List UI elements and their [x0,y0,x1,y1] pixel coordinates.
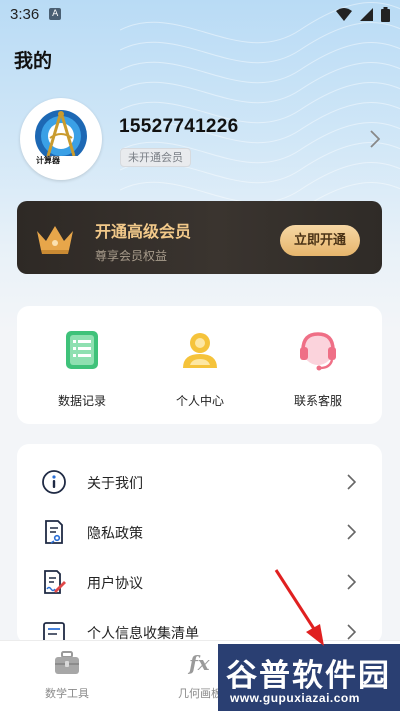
tab-label: 数学工具 [45,687,89,700]
menu-item-privacy-policy[interactable]: 隐私政策 [17,507,382,557]
person-center-icon [183,333,217,368]
vip-banner[interactable]: 开通高级会员 尊享会员权益 立即开通 [17,201,382,274]
customer-service-icon [300,332,336,371]
membership-status-badge: 未开通会员 [120,148,191,167]
menu-item-label: 关于我们 [87,476,143,492]
quick-action-label: 个人中心 [175,394,224,408]
signal-icon [360,7,373,21]
quick-action-data-record[interactable]: 数据记录 [27,328,137,408]
menu-item-label: 隐私政策 [87,526,143,542]
toolbox-icon [55,651,79,674]
tab-math-tools[interactable]: 数学工具 [17,649,117,701]
status-time: 3:36 [10,5,40,23]
avatar-caption: 计算器 [36,156,60,165]
quick-action-label: 数据记录 [57,394,106,408]
wifi-icon [336,7,352,21]
status-icons [336,6,390,22]
watermark-url: www.gupuxiazai.com [230,691,360,705]
info-icon [42,470,66,494]
menu-item-about-us[interactable]: 关于我们 [17,457,382,507]
quick-action-person-center[interactable]: 个人中心 [145,328,255,408]
chevron-right-icon [347,574,356,590]
page-title: 我的 [14,50,53,72]
battery-icon [381,6,390,22]
quick-action-label: 联系客服 [293,394,342,408]
data-record-icon [66,331,98,369]
avatar[interactable]: 计算器 [20,98,102,180]
vip-title: 开通高级会员 [95,222,192,241]
vip-subtitle: 尊享会员权益 [95,249,168,263]
watermark-text: 谷普软件园 [226,658,391,694]
chevron-right-icon [347,624,356,640]
svg-text:fx: fx [187,651,211,675]
chevron-right-icon[interactable] [370,130,380,148]
quick-actions-card: 数据记录 个人中心 联系客服 [17,306,382,424]
fx-icon: fx [187,651,211,675]
notification-badge: A [49,8,62,20]
menu-item-label: 用户协议 [87,576,143,592]
watermark-banner: 谷普软件园 www.gupuxiazai.com [218,644,400,711]
crown-icon [37,226,73,254]
status-bar: 3:36 A [0,0,400,28]
red-arrow-annotation [274,569,324,646]
app-logo-icon [28,106,94,172]
user-agreement-icon [44,570,66,594]
profile-section[interactable]: 计算器 15527741226 未开通会员 [20,98,390,182]
user-phone: 15527741226 [119,116,239,137]
chevron-right-icon [347,524,356,540]
privacy-policy-icon [45,520,63,544]
chevron-right-icon [347,474,356,490]
quick-action-customer-service[interactable]: 联系客服 [263,328,373,408]
open-vip-button[interactable]: 立即开通 [280,225,360,256]
